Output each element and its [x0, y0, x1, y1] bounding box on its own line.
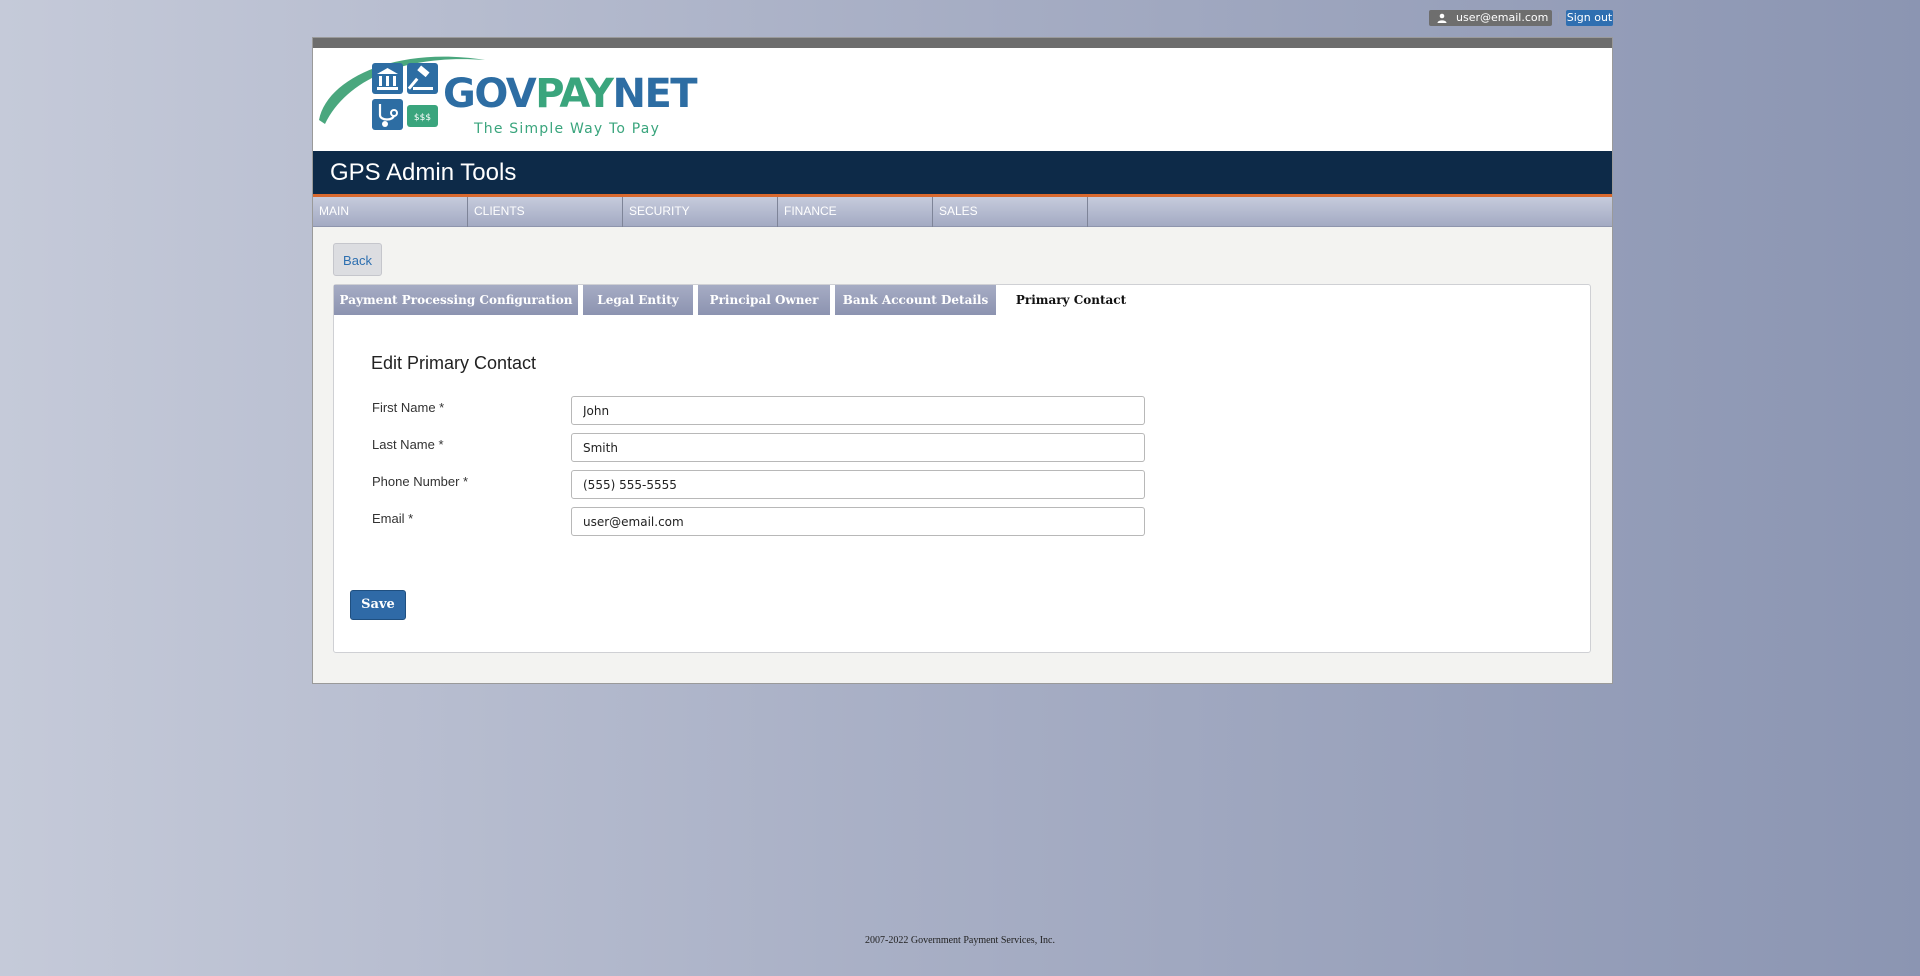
save-button[interactable]: Save [350, 590, 406, 620]
courthouse-icon [372, 63, 403, 94]
logo-pay: PAY [535, 71, 614, 117]
logo-icons: $$$ [372, 63, 438, 130]
back-button[interactable]: Back [333, 243, 382, 276]
logo-net: NET [612, 71, 697, 117]
tab-panel: Payment Processing Configuration Legal E… [333, 284, 1591, 653]
svg-text:$$$: $$$ [414, 113, 431, 123]
first-name-label: First Name * [372, 400, 445, 415]
nav-item-main[interactable]: MAIN [313, 197, 468, 227]
logo-wordmark: GOVPAYNET [443, 71, 698, 117]
phone-number-label: Phone Number * [372, 474, 469, 489]
main-frame: $$$ GOVPAYNET The Simple Way To Pay GPS … [312, 37, 1613, 684]
tab-legal-entity[interactable]: Legal Entity [583, 285, 693, 315]
user-icon [1437, 13, 1447, 23]
logo-gov: GOV [443, 71, 537, 117]
email-input[interactable] [571, 507, 1145, 536]
form-title: Edit Primary Contact [371, 353, 537, 373]
logo-area: $$$ GOVPAYNET The Simple Way To Pay [313, 48, 1612, 151]
nav-item-security[interactable]: SECURITY [623, 197, 778, 227]
footer-copyright: 2007-2022 Government Payment Services, I… [865, 935, 1055, 946]
nav-item-sales[interactable]: SALES [933, 197, 1088, 227]
app-title: GPS Admin Tools [330, 159, 517, 186]
user-email: user@email.com [1456, 11, 1549, 24]
tab-primary-contact[interactable]: Primary Contact [1001, 285, 1141, 315]
stethoscope-icon [372, 99, 403, 130]
gavel-icon [407, 63, 438, 94]
tab-principal-owner[interactable]: Principal Owner [698, 285, 830, 315]
logo-tagline: The Simple Way To Pay [474, 121, 661, 137]
first-name-input[interactable] [571, 396, 1145, 425]
nav-item-clients[interactable]: CLIENTS [468, 197, 623, 227]
header-separator [1558, 12, 1559, 24]
last-name-input[interactable] [571, 433, 1145, 462]
sign-out-button[interactable]: Sign out [1566, 10, 1613, 26]
frame-top-bar [313, 38, 1612, 48]
main-nav: MAIN CLIENTS SECURITY FINANCE SALES [313, 197, 1612, 227]
email-label: Email * [372, 511, 414, 526]
user-account-pill[interactable]: user@email.com [1429, 10, 1552, 26]
tab-bank-account-details[interactable]: Bank Account Details [835, 285, 996, 315]
last-name-label: Last Name * [372, 437, 444, 452]
tab-payment-processing-configuration[interactable]: Payment Processing Configuration [334, 285, 578, 315]
nav-item-finance[interactable]: FINANCE [778, 197, 933, 227]
money-icon: $$$ [407, 105, 438, 127]
app-title-bar: GPS Admin Tools [313, 151, 1612, 197]
phone-number-input[interactable] [571, 470, 1145, 499]
